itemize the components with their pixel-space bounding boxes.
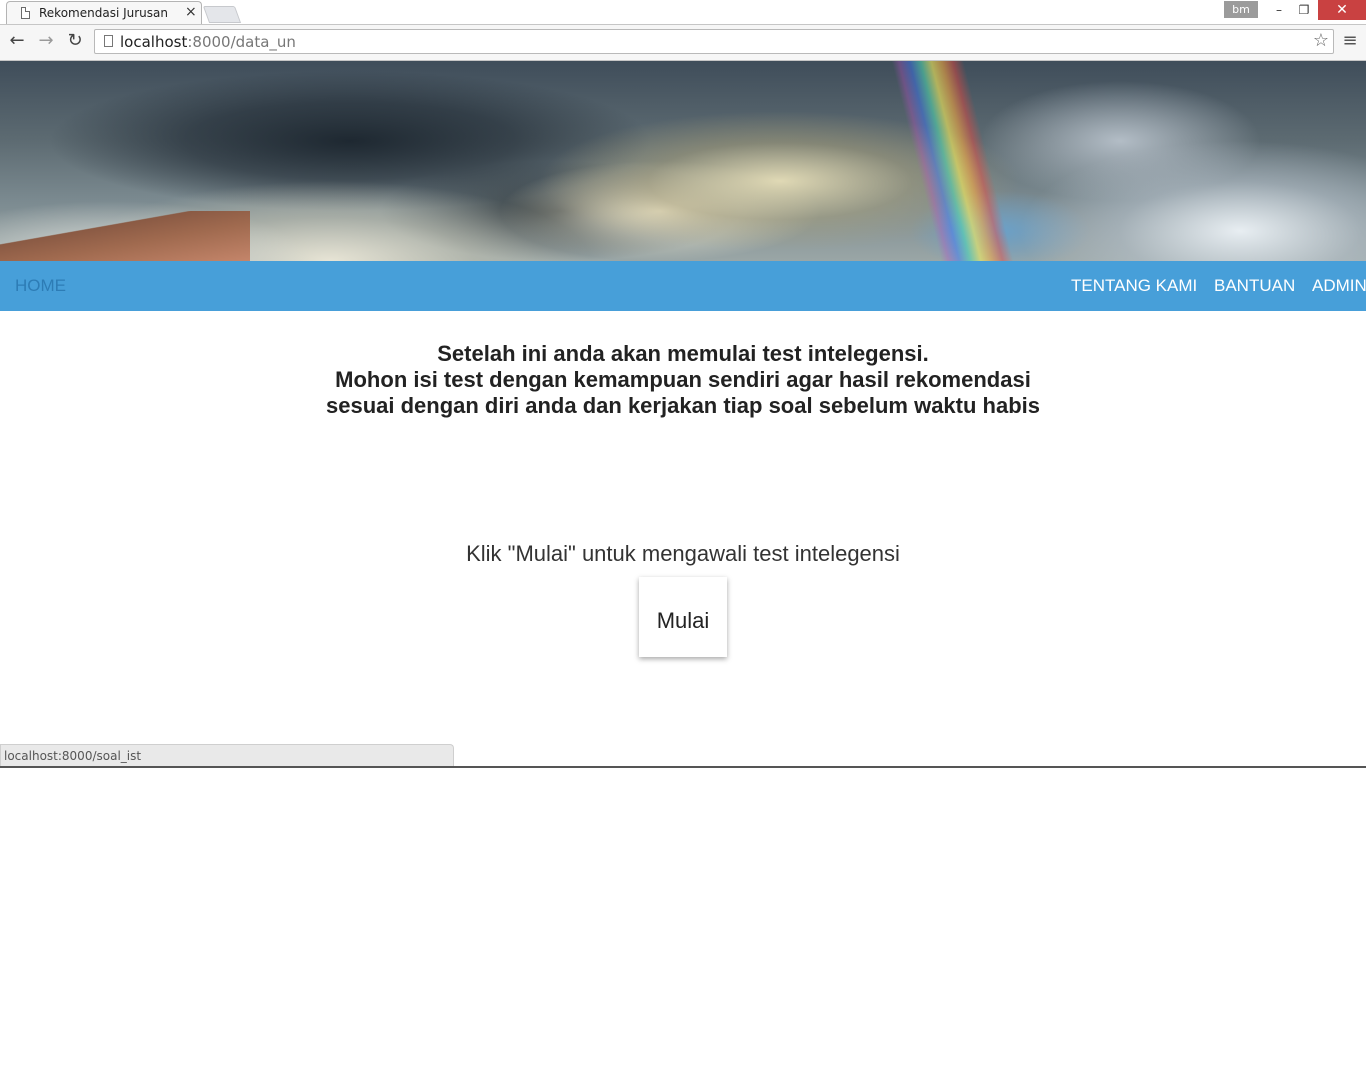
status-url: localhost:8000/soal_ist [4, 749, 142, 763]
nav-admin-link[interactable]: ADMIN [1312, 276, 1366, 296]
status-bar: localhost:8000/soal_ist [0, 744, 454, 767]
nav-home-link[interactable]: HOME [15, 276, 66, 296]
new-tab-button[interactable] [202, 6, 242, 23]
bookmark-star-icon[interactable]: ☆ [1313, 30, 1329, 51]
nav-help-link[interactable]: BANTUAN [1214, 276, 1295, 296]
window-close-button[interactable]: ✕ [1318, 0, 1366, 20]
minimize-button[interactable]: – [1266, 0, 1292, 20]
site-navbar: HOME TENTANG KAMI BANTUAN ADMIN [0, 261, 1366, 311]
reload-button[interactable]: ↻ [63, 29, 87, 53]
hillside [0, 211, 250, 261]
address-bar[interactable]: localhost:8000/data_un ☆ [94, 29, 1334, 54]
url-path: :8000/data_un [187, 33, 296, 51]
restore-button[interactable]: ❐ [1291, 0, 1317, 20]
nav-about-link[interactable]: TENTANG KAMI [1071, 276, 1197, 296]
heading-line: Setelah ini anda akan memulai test intel… [437, 341, 929, 366]
tab-title: Rekomendasi Jurusan [39, 6, 168, 20]
page-icon [104, 35, 113, 47]
url-text[interactable]: localhost:8000/data_un [120, 33, 296, 51]
page-icon [21, 7, 30, 19]
browser-tab[interactable]: Rekomendasi Jurusan × [6, 1, 202, 24]
start-instruction: Klik "Mulai" untuk mengawali test intele… [466, 541, 900, 566]
forward-button[interactable]: → [34, 29, 58, 53]
heading-line: Mohon isi test dengan kemampuan sendiri … [335, 367, 1031, 392]
browser-toolbar: ← → ↻ localhost:8000/data_un ☆ ≡ [0, 25, 1366, 61]
browser-titlebar: Rekomendasi Jurusan × bm – ❐ ✕ [0, 0, 1366, 25]
header-banner-image [0, 61, 1366, 261]
intro-heading: Setelah ini anda akan memulai test intel… [233, 341, 1133, 419]
start-button[interactable]: Mulai [639, 577, 727, 657]
url-host: localhost [120, 33, 188, 51]
profile-button[interactable]: bm [1224, 1, 1258, 18]
rainbow [889, 61, 1021, 261]
heading-line: sesuai dengan diri anda dan kerjakan tia… [325, 393, 1040, 418]
back-button[interactable]: ← [5, 29, 29, 53]
browser-menu-icon[interactable]: ≡ [1340, 30, 1360, 52]
page-divider [0, 766, 1366, 768]
close-icon[interactable]: × [185, 4, 197, 20]
